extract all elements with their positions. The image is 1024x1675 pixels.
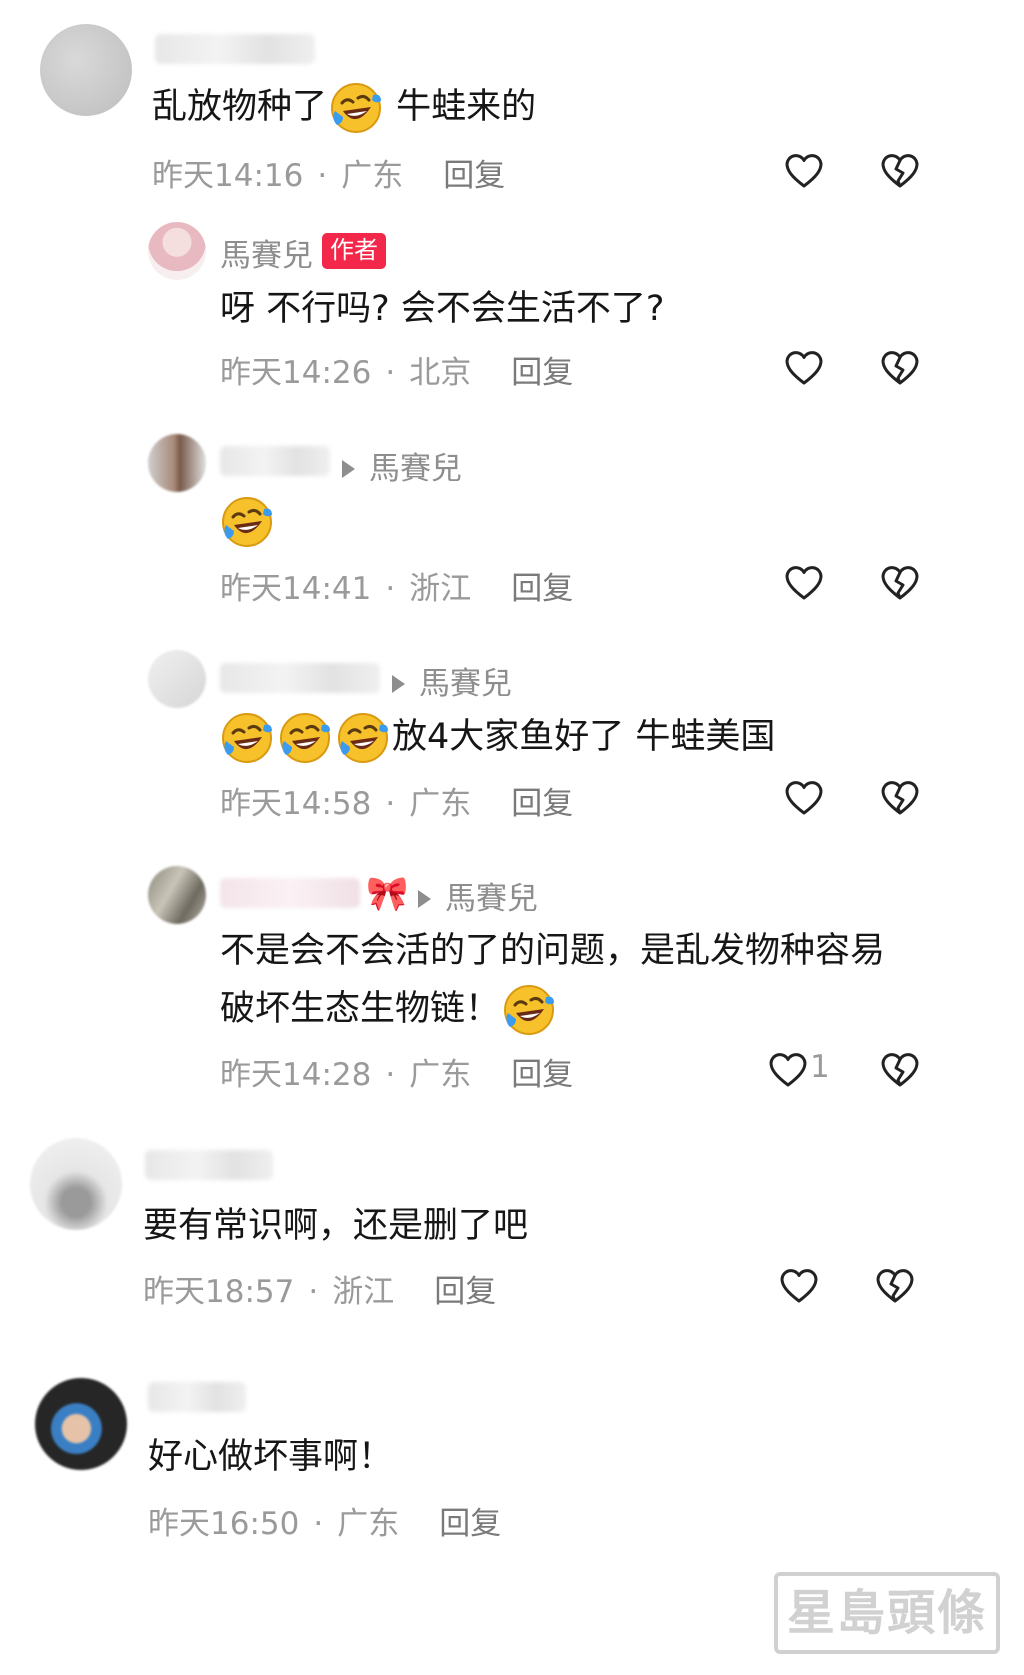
timestamp: 昨天14:41 xyxy=(220,571,372,607)
broken-heart-icon[interactable] xyxy=(880,1050,920,1090)
reply-target[interactable]: 馬賽兒 xyxy=(392,658,512,703)
avatar[interactable] xyxy=(148,222,206,280)
timestamp: 昨天16:50 xyxy=(148,1506,300,1542)
laughing-emoji-icon xyxy=(336,711,390,765)
location: 浙江 xyxy=(409,571,472,607)
reply-button[interactable]: 回复 xyxy=(434,1274,496,1310)
heart-outline-icon[interactable] xyxy=(784,151,824,191)
location: 广东 xyxy=(337,1506,400,1542)
comment-meta: 昨天16:50 · 广东 回复 xyxy=(148,1506,502,1542)
reply-arrow-icon xyxy=(392,675,405,693)
avatar[interactable] xyxy=(148,650,206,708)
avatar[interactable] xyxy=(35,1378,127,1470)
reply-button[interactable]: 回复 xyxy=(443,158,505,194)
heart-outline-icon[interactable] xyxy=(784,348,824,388)
comment-text: 要有常识啊，还是删了吧 xyxy=(143,1206,529,1246)
broken-heart-icon[interactable] xyxy=(880,778,920,818)
author-badge: 作者 xyxy=(322,233,386,269)
reply-target[interactable]: 馬賽兒 xyxy=(342,443,462,488)
broken-heart-icon[interactable] xyxy=(880,563,920,603)
reply-button[interactable]: 回复 xyxy=(511,571,573,607)
laughing-emoji-icon xyxy=(502,983,556,1037)
comment-text: 不是会不会活的了的问题，是乱发物种容易 xyxy=(220,931,886,971)
comment-meta: 昨天14:28 · 广东 回复 xyxy=(220,1057,574,1093)
username-blurred[interactable] xyxy=(220,663,380,693)
reply-button[interactable]: 回复 xyxy=(511,786,573,822)
avatar[interactable] xyxy=(40,24,132,116)
laughing-emoji-icon xyxy=(329,81,383,135)
comment-meta: 昨天18:57 · 浙江 回复 xyxy=(143,1274,497,1310)
username-blurred[interactable] xyxy=(220,446,330,476)
laughing-emoji-icon xyxy=(220,711,274,765)
comment-meta: 昨天14:58 · 广东 回复 xyxy=(220,786,574,822)
comment-text: 呀 不行吗? 会不会生活不了? xyxy=(220,289,665,329)
comment-text: 放4大家鱼好了 牛蛙美国 xyxy=(218,708,775,766)
reply-arrow-icon xyxy=(418,890,431,908)
timestamp: 昨天18:57 xyxy=(143,1274,295,1310)
laughing-emoji-icon xyxy=(278,711,332,765)
reply-target[interactable]: 馬賽兒 xyxy=(418,873,538,918)
location: 北京 xyxy=(409,355,472,391)
username-blurred[interactable] xyxy=(145,1150,273,1180)
like-count: 1 xyxy=(810,1049,830,1085)
broken-heart-icon[interactable] xyxy=(875,1266,915,1306)
location: 广东 xyxy=(341,158,404,194)
comment-text: 破坏生态生物链！ xyxy=(220,980,558,1038)
location: 浙江 xyxy=(332,1274,395,1310)
timestamp: 昨天14:28 xyxy=(220,1057,372,1093)
reply-button[interactable]: 回复 xyxy=(511,355,573,391)
reply-arrow-icon xyxy=(342,460,355,478)
comment-text xyxy=(218,492,276,550)
heart-outline-icon[interactable] xyxy=(779,1266,819,1306)
comment-meta: 昨天14:41 · 浙江 回复 xyxy=(220,571,574,607)
broken-heart-icon[interactable] xyxy=(880,348,920,388)
broken-heart-icon[interactable] xyxy=(880,151,920,191)
avatar[interactable] xyxy=(148,866,206,924)
avatar[interactable] xyxy=(148,434,206,492)
heart-outline-icon[interactable] xyxy=(768,1050,808,1090)
timestamp: 昨天14:58 xyxy=(220,786,372,822)
timestamp: 昨天14:26 xyxy=(220,355,372,391)
comment-text: 好心做坏事啊！ xyxy=(148,1437,394,1477)
location: 广东 xyxy=(409,786,472,822)
location: 广东 xyxy=(409,1057,472,1093)
username-blurred[interactable] xyxy=(220,878,360,908)
author-username[interactable]: 馬賽兒 xyxy=(220,230,313,275)
watermark-logo: 星島頭條 xyxy=(774,1572,1000,1654)
ribbon-icon: 🎀 xyxy=(366,874,409,914)
comment-meta: 昨天14:16 · 广东 回复 xyxy=(152,158,506,194)
reply-button[interactable]: 回复 xyxy=(439,1506,501,1542)
comment-text: 乱放物种了 牛蛙来的 xyxy=(152,78,536,136)
reply-button[interactable]: 回复 xyxy=(511,1057,573,1093)
heart-outline-icon[interactable] xyxy=(784,778,824,818)
comment-meta: 昨天14:26 · 北京 回复 xyxy=(220,355,574,391)
avatar[interactable] xyxy=(30,1138,122,1230)
username-blurred[interactable] xyxy=(155,34,315,64)
timestamp: 昨天14:16 xyxy=(152,158,304,194)
laughing-emoji-icon xyxy=(220,495,274,549)
heart-outline-icon[interactable] xyxy=(784,563,824,603)
username-blurred[interactable] xyxy=(148,1382,246,1412)
